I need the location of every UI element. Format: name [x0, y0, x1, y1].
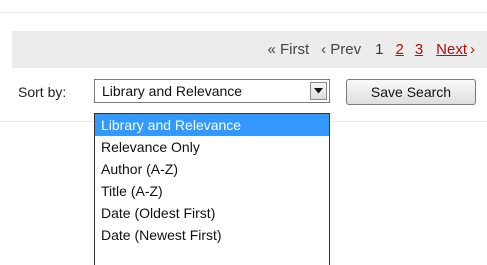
sort-option-title-az[interactable]: Title (A-Z) [95, 180, 329, 202]
pagination-bar: « First ‹ Prev 1 2 3 Next › [12, 31, 487, 68]
sort-by-label: Sort by: [18, 84, 67, 100]
first-page-link[interactable]: « First [267, 41, 309, 58]
sort-option-relevance-only[interactable]: Relevance Only [95, 136, 329, 158]
top-divider [0, 12, 487, 13]
sort-options-dropdown: Library and Relevance Relevance Only Aut… [94, 113, 330, 265]
sort-option-library-relevance[interactable]: Library and Relevance [95, 114, 329, 136]
pagination: « First ‹ Prev 1 2 3 Next › [267, 31, 475, 68]
current-page-number: 1 [375, 41, 384, 58]
sort-select[interactable]: Library and Relevance [94, 79, 330, 103]
save-search-button[interactable]: Save Search [346, 79, 476, 105]
sort-option-author-az[interactable]: Author (A-Z) [95, 158, 329, 180]
prev-page-link[interactable]: ‹ Prev [321, 41, 361, 58]
page-2-link[interactable]: 2 [395, 41, 403, 58]
sort-option-date-newest[interactable]: Date (Newest First) [95, 224, 329, 246]
next-page-link[interactable]: Next [436, 41, 467, 58]
next-arrow-icon[interactable]: › [470, 41, 475, 58]
chevron-down-icon[interactable] [310, 82, 327, 100]
sort-select-value: Library and Relevance [102, 83, 243, 99]
sort-option-date-oldest[interactable]: Date (Oldest First) [95, 202, 329, 224]
page-3-link[interactable]: 3 [415, 41, 423, 58]
